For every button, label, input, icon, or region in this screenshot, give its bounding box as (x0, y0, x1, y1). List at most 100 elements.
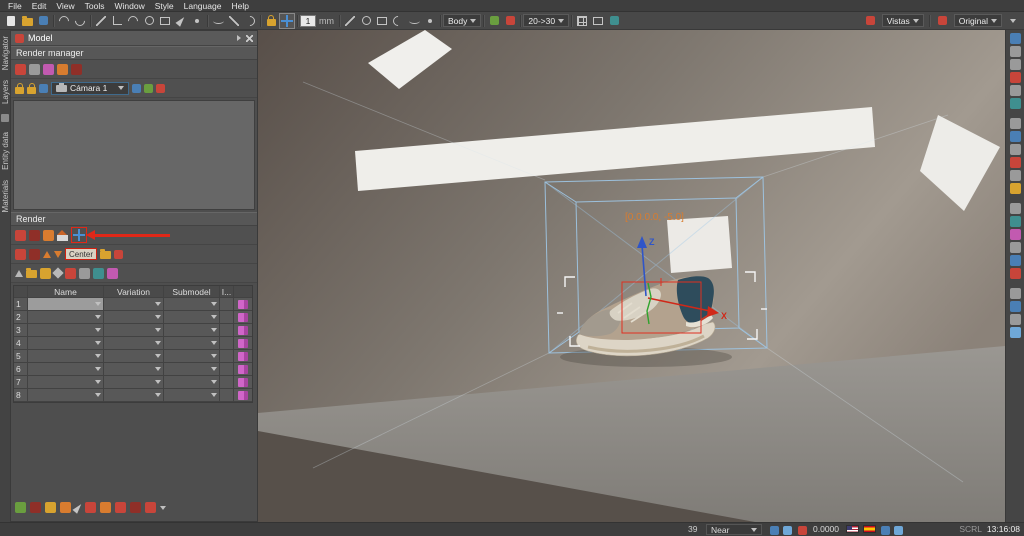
submodel-dropdown[interactable] (164, 350, 220, 362)
new-file-icon[interactable] (3, 13, 19, 28)
submodel-dropdown[interactable] (164, 389, 220, 401)
tool-icon[interactable] (1010, 46, 1021, 57)
us-flag-icon[interactable] (846, 525, 859, 533)
line-tool-icon[interactable] (93, 13, 109, 28)
tool-icon[interactable] (1010, 216, 1021, 227)
submodel-dropdown[interactable] (164, 324, 220, 336)
undo-icon[interactable] (56, 13, 72, 28)
variation-dropdown[interactable] (104, 311, 164, 323)
variation-dropdown[interactable] (104, 337, 164, 349)
name-dropdown[interactable] (28, 324, 104, 336)
name-dropdown[interactable] (28, 350, 104, 362)
submodel-dropdown[interactable] (164, 363, 220, 375)
menu-help[interactable]: Help (226, 1, 253, 11)
eraser-icon[interactable] (43, 64, 54, 75)
submodel-dropdown[interactable] (164, 311, 220, 323)
circle-tool-icon[interactable] (141, 13, 157, 28)
row-variation-icon[interactable] (238, 378, 248, 387)
environment-icon[interactable] (57, 235, 68, 241)
menu-view[interactable]: View (51, 1, 79, 11)
delete-camera-icon[interactable] (156, 84, 165, 93)
language-icon[interactable] (881, 526, 890, 535)
lock-target-icon[interactable] (27, 87, 36, 94)
open-folder-icon[interactable] (19, 13, 35, 28)
trim-tool-icon[interactable] (226, 13, 242, 28)
material-tool-icon[interactable] (606, 13, 622, 28)
show-tool-icon[interactable] (486, 13, 502, 28)
grid-view-icon[interactable] (15, 502, 26, 513)
snap-icon[interactable] (770, 526, 779, 535)
submodel-dropdown[interactable] (164, 376, 220, 388)
render-scene-icon[interactable] (15, 64, 26, 75)
open-render-folder-icon[interactable] (100, 251, 111, 259)
tool-icon[interactable] (1010, 170, 1021, 181)
name-dropdown[interactable] (28, 298, 104, 310)
folder-icon[interactable] (45, 502, 56, 513)
render-sphere-icon[interactable] (29, 64, 40, 75)
name-dropdown[interactable] (28, 337, 104, 349)
arc-tool-icon[interactable] (125, 13, 141, 28)
confirm-camera-icon[interactable] (144, 84, 153, 93)
grid-teal-icon[interactable] (93, 268, 104, 279)
center-button[interactable]: Center (65, 248, 97, 260)
tool-icon[interactable] (1010, 255, 1021, 266)
edit-icon[interactable] (72, 502, 83, 514)
name-dropdown[interactable] (28, 363, 104, 375)
point-tool-icon[interactable] (189, 13, 205, 28)
row-variation-icon[interactable] (238, 365, 248, 374)
variation-dropdown[interactable] (104, 389, 164, 401)
gem-icon[interactable] (52, 267, 63, 278)
alert-icon[interactable] (57, 64, 68, 75)
name-dropdown[interactable] (28, 376, 104, 388)
menu-language[interactable]: Language (179, 1, 227, 11)
row-variation-icon[interactable] (238, 313, 248, 322)
tool-icon[interactable] (1010, 72, 1021, 83)
close-render-icon[interactable] (114, 250, 123, 259)
export-up-icon[interactable] (15, 270, 23, 277)
tool-icon[interactable] (1010, 183, 1021, 194)
es-flag-icon[interactable] (863, 525, 876, 533)
render-preset2-icon[interactable] (29, 249, 40, 260)
add-camera-icon[interactable] (132, 84, 141, 93)
more-icons-arrow[interactable] (160, 506, 166, 510)
move-tool-icon[interactable] (279, 13, 295, 29)
redo-icon[interactable] (72, 13, 88, 28)
area-light-center[interactable] (667, 216, 732, 273)
menu-window[interactable]: Window (109, 1, 149, 11)
spline-tool-icon[interactable] (406, 13, 422, 28)
tool-icon[interactable] (1010, 288, 1021, 299)
render-preset1-icon[interactable] (15, 249, 26, 260)
row-variation-icon[interactable] (238, 391, 248, 400)
import-folder-icon[interactable] (26, 270, 37, 278)
viewport-canvas[interactable]: Z X [0.0.0.0, -5.0] (258, 30, 1005, 522)
swatch-icon[interactable] (40, 268, 51, 279)
variation-dropdown[interactable] (104, 298, 164, 310)
hide-tool-icon[interactable] (502, 13, 518, 28)
lock-camera-icon[interactable] (15, 87, 24, 94)
views-icon[interactable] (863, 13, 879, 28)
viewport[interactable]: Z X [0.0.0.0, -5.0] (258, 30, 1005, 522)
record-icon[interactable] (130, 502, 141, 513)
measure-tool-icon[interactable] (358, 13, 374, 28)
submodel-dropdown[interactable] (164, 337, 220, 349)
row-variation-icon[interactable] (238, 300, 248, 309)
surface-tool-icon[interactable] (374, 13, 390, 28)
tab-navigator[interactable]: Navigator (1, 36, 10, 70)
offset-tool-icon[interactable] (242, 13, 258, 28)
tool-icon[interactable] (1010, 242, 1021, 253)
camera-selector[interactable]: Cámara 1 (51, 82, 129, 95)
render-settings-icon[interactable] (71, 64, 82, 75)
grid-gray-icon[interactable] (79, 268, 90, 279)
tool-icon[interactable] (1010, 144, 1021, 155)
tolerance-field[interactable]: 1 (300, 15, 316, 27)
grid-color-icon[interactable] (107, 268, 118, 279)
tool-icon[interactable] (1010, 301, 1021, 312)
render-light-icon[interactable] (43, 230, 54, 241)
name-dropdown[interactable] (28, 311, 104, 323)
body-selector[interactable]: Body (443, 14, 481, 27)
row-variation-icon[interactable] (238, 339, 248, 348)
tool-icon[interactable] (1010, 59, 1021, 70)
sync-icon[interactable] (894, 526, 903, 535)
tool-icon[interactable] (1010, 98, 1021, 109)
move-down-icon[interactable] (54, 251, 62, 258)
